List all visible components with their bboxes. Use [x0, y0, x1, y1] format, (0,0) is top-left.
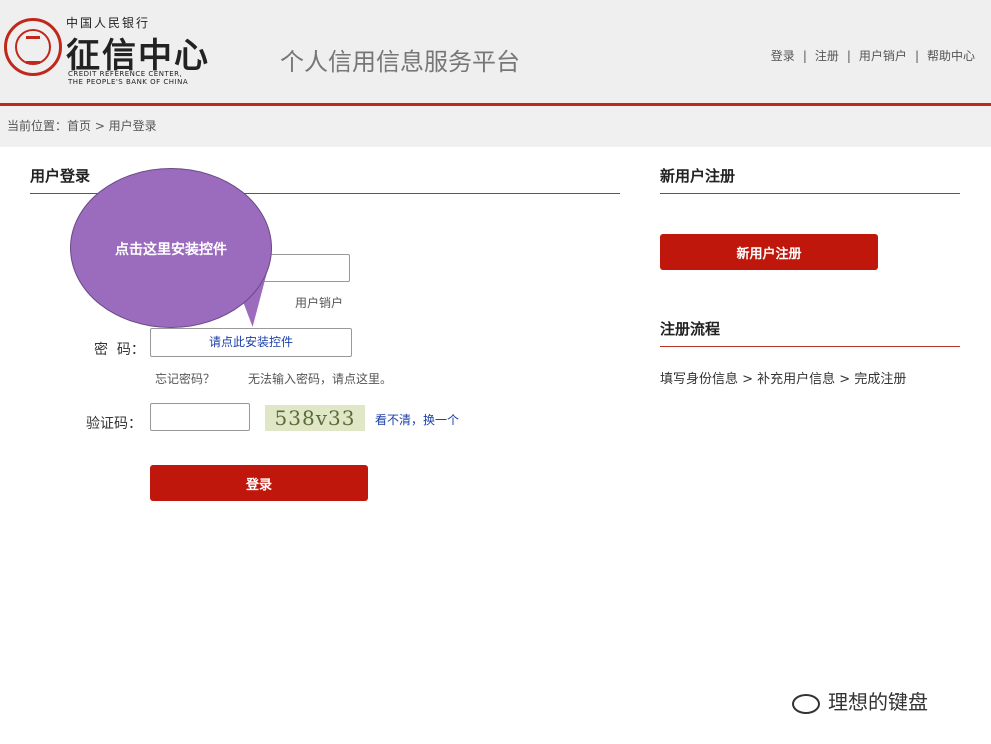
nav-login[interactable]: 登录 [771, 49, 795, 63]
captcha-label: 验证码： [86, 416, 142, 432]
captcha-input[interactable] [150, 403, 250, 431]
password-label: 密 码： [94, 342, 145, 358]
watermark: 理想的键盘 [792, 686, 928, 715]
login-title: 用户登录 [30, 167, 91, 185]
site-title: 个人信用信息服务平台 [280, 48, 520, 76]
top-nav: 登录 | 注册 | 用户销户 | 帮助中心 [771, 47, 975, 64]
logo-en-line1: CREDIT REFERENCE CENTER, [68, 70, 183, 78]
logo-en-line2: THE PEOPLE'S BANK OF CHINA [68, 78, 189, 86]
credit-center-logo[interactable]: 中国人民银行 征信中心 CREDIT REFERENCE CENTER, THE… [4, 14, 214, 88]
nav-cancel-account[interactable]: 用户销户 [859, 49, 907, 63]
nav-separator: | [914, 49, 919, 63]
nav-separator: | [802, 49, 807, 63]
captcha-image[interactable]: 538v33 [265, 405, 365, 431]
nav-register[interactable]: 注册 [815, 49, 839, 63]
password-install-plugin-field[interactable]: 请点此安装控件 [150, 328, 352, 357]
new-user-register-button[interactable]: 新用户注册 [660, 234, 878, 270]
wechat-icon [792, 693, 820, 714]
breadcrumb: 当前位置：首页 > 用户登录 [0, 106, 991, 147]
login-submit-button[interactable]: 登录 [150, 465, 368, 501]
tooltip-text: 点击这里安装控件 [115, 242, 227, 258]
captcha-input-value [151, 409, 155, 424]
cancel-account-link[interactable]: 用户销户 [295, 294, 343, 311]
password-placeholder: 请点此安装控件 [208, 335, 293, 349]
nav-separator: | [846, 49, 851, 63]
forgot-password-link[interactable]: 忘记密码？ [155, 370, 215, 387]
watermark-text: 理想的键盘 [828, 690, 928, 714]
nav-help-center[interactable]: 帮助中心 [927, 49, 975, 63]
site-header: 中国人民银行 征信中心 CREDIT REFERENCE CENTER, THE… [0, 0, 991, 106]
process-title-rule [660, 346, 960, 347]
credit-emblem-icon [4, 18, 62, 76]
register-process-steps: 填写身份信息 > 补充用户信息 > 完成注册 [660, 372, 907, 387]
process-title: 注册流程 [660, 320, 721, 338]
refresh-captcha-link[interactable]: 看不清，换一个 [375, 411, 459, 428]
install-plugin-tooltip[interactable]: 点击这里安装控件 [70, 168, 272, 328]
cant-input-password-link[interactable]: 无法输入密码，请点这里。 [248, 370, 392, 387]
register-title: 新用户注册 [660, 167, 736, 185]
username-input[interactable] [262, 254, 350, 282]
register-title-rule [660, 193, 960, 194]
